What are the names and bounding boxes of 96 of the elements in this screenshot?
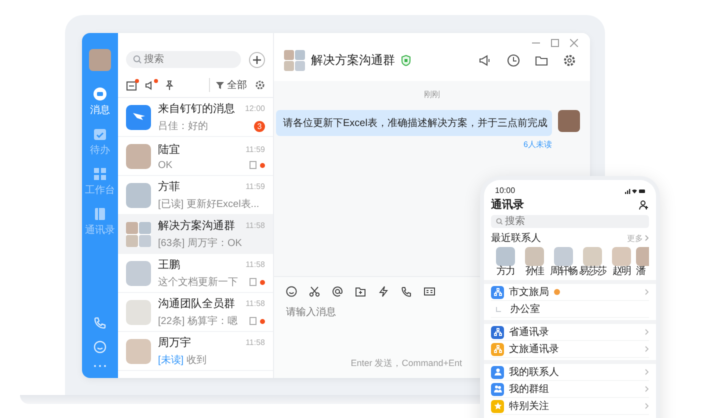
folder-icon[interactable] [355,286,366,297]
conversation-item[interactable]: 沟通团队全员群 11:58 [22条] 杨算宇：嗯 [118,293,273,332]
chevron-icon [645,386,649,392]
emoji-icon[interactable] [286,286,297,297]
avatar-photo [89,49,111,71]
contact-group-row[interactable]: 我的群组 [491,381,649,398]
avatar-photo [126,182,151,208]
group-avatar [284,50,305,71]
message-bubble: 请各位更新下Excel表，准确描述解决方案，并于三点前完成 [276,110,552,136]
conversation-item[interactable]: 周万宇 11:58 [未读] 收到 [118,332,273,371]
message-time: 11:58 [246,260,265,269]
status-icons [625,188,645,194]
folder-icon[interactable] [535,54,548,67]
plus-icon [252,54,262,64]
add-button[interactable] [249,52,265,68]
app-logo-icon [126,104,151,130]
conversation-item[interactable]: 王鹏 11:58 这个文档更新一下 [118,254,273,293]
contact-item[interactable]: 周轩畅 [549,247,578,278]
message-preview: 这个文档更新一下 [158,276,238,289]
chat-icon [93,87,107,101]
message-preview: 收到 [186,354,207,367]
inbox-icon[interactable] [126,80,137,90]
conversation-name: 来自钉钉的消息 [158,102,236,116]
contact-item[interactable]: 方力 [491,247,520,278]
chevron-icon [645,235,649,241]
avatar-photo [126,260,151,286]
contact-item[interactable]: 赵明 [607,247,636,278]
clock-icon[interactable] [507,54,520,67]
chevron-icon [645,329,649,335]
settings-icon[interactable] [563,54,576,67]
mention-icon[interactable] [332,286,343,297]
scissors-icon[interactable] [309,286,320,297]
message-preview: [22条] 杨算宇：嗯 [158,314,238,328]
avatar-photo [126,338,151,364]
maximize-icon[interactable] [551,39,559,47]
conversation-item[interactable]: 来自钉钉的消息 12:00 吕佳：好的 3 [118,98,273,137]
message-time: 11:58 [246,299,265,308]
conversation-name: 解决方案沟通群 [158,218,236,233]
unread-count: 3 [254,120,265,132]
contact-group-row[interactable]: 办公室 [491,301,649,318]
conversation-item[interactable]: 陆宜 11:59 OK [118,137,273,176]
phone-icon[interactable] [401,286,412,297]
message-time: 12:00 [244,104,265,113]
contact-card-icon[interactable] [424,286,435,297]
search-field[interactable]: 搜索 [126,51,241,68]
grid-icon [93,167,107,181]
message-preview: 吕佳：好的 [158,120,208,133]
contact-group-row[interactable]: 特别关注 [491,398,649,415]
contact-item[interactable]: 孙佳 [520,247,549,278]
filter-icon [216,81,224,89]
conversation-name: 方菲 [158,180,181,194]
contact-group-row[interactable]: 市文旅局 [491,284,649,301]
search-field[interactable]: 搜索 [491,215,649,228]
book-icon [93,207,107,221]
group-avatar [126,300,151,324]
message-time: 11:58 [246,338,265,347]
contact-item[interactable]: 易莎莎 [578,247,607,278]
chat-title: 解决方案沟通群 [311,52,395,69]
unread-tag: [未读] [158,353,184,367]
message-preview: [63条] 周万宇：OK [158,236,242,250]
chevron-icon [645,289,649,295]
avatar-photo [126,144,151,168]
conversation-name: 陆宜 [158,142,181,156]
add-person-icon[interactable] [639,200,649,210]
search-icon [496,218,503,225]
message-time: 刚刚 [424,89,440,100]
contact-group-row[interactable]: 省通讯录 [491,324,649,341]
filter-button[interactable]: 全部 [209,78,247,92]
chevron-icon [645,369,649,375]
conversation-item[interactable]: 解决方案沟通群 11:58 [63条] 周万宇：OK [118,215,273,254]
conversation-name: 王鹏 [158,258,181,272]
message-time: 11:59 [246,144,265,154]
section-title: 最近联系人 [491,232,541,245]
avatar-photo [558,110,580,132]
message-preview: OK [158,160,172,170]
contact-group-row[interactable]: 我的联系人 [491,364,649,381]
status-time: 10:00 [495,186,516,195]
lightning-icon[interactable] [378,286,389,297]
pin-icon[interactable] [164,80,175,90]
contact-group-row[interactable]: 文旅通讯录 [491,341,649,358]
conversation-name: 沟通团队全员群 [158,296,236,311]
megaphone-icon[interactable] [479,54,492,67]
message-time: 11:58 [246,221,265,230]
conversation-name: 周万宇 [158,336,192,350]
message-preview: [已读] 更新好Excel表... [158,198,260,211]
send-hint: Enter 发送，Command+Ent [350,357,462,370]
page-title: 通讯录 [491,198,524,212]
checklist-icon [93,127,107,141]
close-icon[interactable] [570,39,578,47]
chevron-icon [645,346,649,352]
message-time: 11:59 [246,182,265,191]
message-input[interactable]: 请输入消息 [286,307,436,318]
search-icon [133,55,142,64]
settings-icon[interactable] [255,80,265,90]
group-avatar [126,222,151,246]
chevron-icon [645,403,649,409]
